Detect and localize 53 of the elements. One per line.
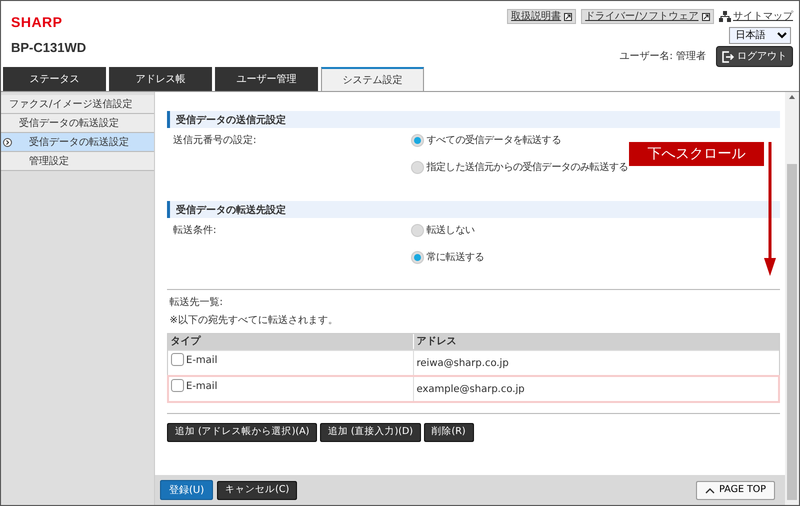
column-header: タイプ [170,334,202,349]
option-label: 常に転送する [426,250,484,265]
tab[interactable]: システム設定 [321,67,424,91]
table-cell-text: reiwa@sharp.co.jp [416,356,509,370]
table-cell-text: E-mail [186,380,218,394]
sitemap-icon [718,11,730,22]
radio-button[interactable] [411,161,424,174]
field-label: 転送条件: [172,224,218,238]
tab[interactable]: アドレス帳 [109,67,212,91]
cancel-button[interactable]: キャンセル(C) [217,480,298,500]
model-name: BP-C131WD [11,39,86,57]
callout-label: 下へスクロール [629,142,764,166]
sidebar-item[interactable]: 管理設定 [1,152,154,171]
tab[interactable]: ユーザー管理 [215,67,318,91]
logout-icon [722,50,734,62]
radio-button[interactable] [411,134,424,147]
manual-link[interactable]: ドライバー/ソフトウェア [581,9,714,24]
sitemap-link[interactable]: サイトマップ [718,9,793,24]
external-link-icon [702,12,710,20]
column-header: アドレス [413,334,779,349]
note-text: ※以下の宛先すべてに転送されます。 [168,314,339,328]
page-top-button[interactable]: PAGE TOP [696,480,775,500]
checkbox[interactable] [170,379,184,392]
option-label: すべての受信データを転送する [426,134,561,148]
radio-button[interactable] [411,224,424,237]
sidebar-item[interactable]: 受信データの転送設定 [1,114,154,133]
table-cell-text: E-mail [186,354,218,368]
chevron-up-icon [705,486,716,494]
action-button[interactable]: 削除(R) [424,422,474,442]
option-label: 指定した送信元からの受信データのみ転送する [426,160,628,175]
sidebar-item[interactable]: ファクス/イメージ送信設定 [1,95,154,114]
language-select[interactable]: 日本語 [728,26,790,44]
section-heading: 受信データの転送先設定 [167,201,780,218]
checkbox[interactable] [170,353,184,366]
logo: SHARP [11,15,64,29]
section-heading: 受信データの送信元設定 [167,111,780,128]
action-button[interactable]: 追加 (直接入力)(D) [320,422,422,442]
option-label: 転送しない [426,224,475,238]
submit-button[interactable]: 登録(U) [160,480,214,500]
table-row[interactable]: E-mail example@sharp.co.jp [168,376,779,402]
list-label: 転送先一覧: [168,296,224,310]
external-link-icon [564,12,572,20]
manual-link[interactable]: 取扱説明書 [507,9,576,24]
logout-button[interactable]: ログアウト [716,46,793,67]
field-label: 送信元番号の設定: [172,134,258,148]
sidebar-item[interactable]: 受信データの転送設定 [1,133,154,152]
tab[interactable]: ステータス [3,67,106,91]
user-name-label: ユーザー名: 管理者 [619,50,706,64]
table-cell-text: example@sharp.co.jp [416,382,525,396]
radio-button[interactable] [411,251,424,264]
action-button[interactable]: 追加 (アドレス帳から選択)(A) [167,422,318,442]
chevron-icon [3,138,12,146]
table-row[interactable]: E-mail reiwa@sharp.co.jp [168,350,779,376]
